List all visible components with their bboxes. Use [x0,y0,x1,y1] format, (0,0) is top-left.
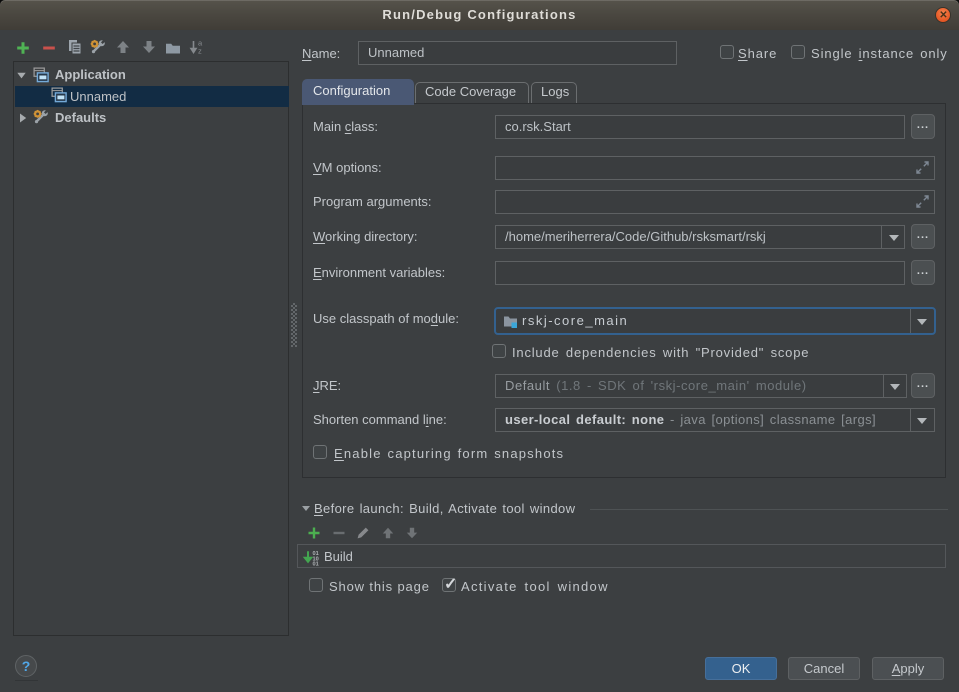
svg-text:z: z [198,47,202,56]
